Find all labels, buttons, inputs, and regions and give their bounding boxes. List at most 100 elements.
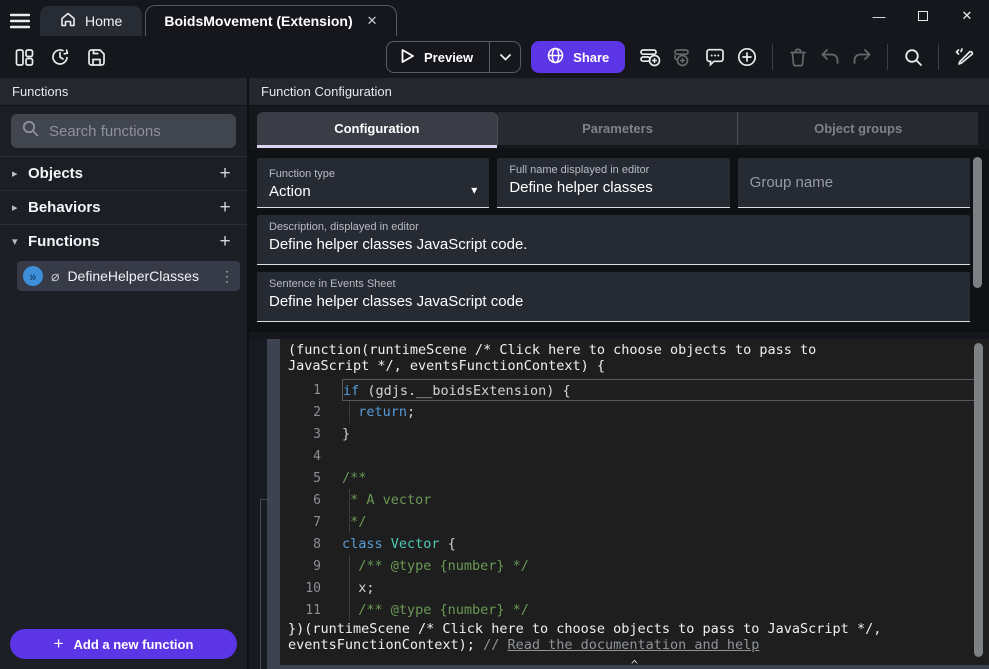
function-item-definehelperclasses[interactable]: » ⌀ DefineHelperClasses ⋮ [17, 261, 240, 291]
line-number: 11 [280, 603, 342, 618]
js-code-event[interactable]: (function(runtimeScene /* Click here to … [280, 339, 989, 669]
window-controls: — ✕ [857, 0, 989, 32]
sidebar-item-functions[interactable]: ▾ Functions + [0, 224, 247, 258]
add-behavior-button[interactable]: + [215, 197, 235, 219]
add-new-function-button[interactable]: + Add a new function [10, 629, 237, 659]
code-line[interactable]: 5/** [280, 467, 989, 489]
tab-parameters[interactable]: Parameters [498, 112, 739, 145]
code-line[interactable]: 4 [280, 445, 989, 467]
code-scrollbar[interactable] [974, 343, 983, 657]
add-object-button[interactable]: + [215, 163, 235, 185]
collapse-caret[interactable]: ^ [280, 659, 989, 669]
code-line-content: } [342, 423, 975, 445]
sentence-value: Define helper classes JavaScript code [269, 293, 958, 310]
indent-guide [349, 599, 350, 621]
function-action-icon: » [23, 266, 43, 286]
code-line[interactable]: 3} [280, 423, 989, 445]
code-line[interactable]: 10 x; [280, 577, 989, 599]
kebab-menu-icon[interactable]: ⋮ [220, 268, 234, 285]
indent-guide [349, 489, 350, 511]
search-icon [22, 120, 39, 142]
documentation-link[interactable]: Read the documentation and help [507, 637, 759, 653]
save-icon[interactable] [82, 43, 110, 71]
undo-icon[interactable] [816, 43, 844, 71]
tab-configuration[interactable]: Configuration [257, 112, 498, 145]
code-token: Vector [391, 536, 440, 552]
form-row-1: Function type Action ▾ Full name display… [257, 158, 970, 208]
tab-active-label: BoidsMovement (Extension) [164, 13, 352, 29]
code-token: /** @type {number} */ [342, 558, 529, 574]
code-line[interactable]: 7 */ [280, 511, 989, 533]
function-type-select[interactable]: Function type Action ▾ [257, 158, 489, 208]
search-icon[interactable] [899, 43, 927, 71]
tab-close-icon[interactable]: ✕ [367, 13, 378, 29]
toolbar-left-group [10, 36, 110, 78]
description-field[interactable]: Description, displayed in editor Define … [257, 215, 970, 265]
event-drag-handle[interactable] [267, 339, 280, 669]
indent-guide [349, 555, 350, 577]
code-footer[interactable]: })(runtimeScene /* Click here to choose … [280, 622, 989, 653]
code-line[interactable]: 1if (gdjs.__boidsExtension) { [280, 379, 989, 401]
code-line-content: return; [342, 401, 975, 423]
sidebar-item-objects[interactable]: ▸ Objects + [0, 156, 247, 190]
code-token: eventsFunctionContext); [288, 637, 483, 653]
code-editor-lines[interactable]: 1if (gdjs.__boidsExtension) {2 return;3}… [280, 379, 989, 621]
line-number: 6 [280, 493, 342, 508]
redo-icon[interactable] [848, 43, 876, 71]
code-line[interactable]: 8class Vector { [280, 533, 989, 555]
group-name-field[interactable]: Group name [738, 158, 970, 208]
sidebar-item-behaviors[interactable]: ▸ Behaviors + [0, 190, 247, 224]
minimize-button[interactable]: — [857, 0, 901, 32]
hamburger-menu-icon[interactable] [0, 6, 40, 36]
tab-boidsmovement[interactable]: BoidsMovement (Extension) ✕ [145, 5, 396, 36]
form-scrollbar[interactable] [973, 157, 982, 288]
search-functions-box[interactable] [11, 114, 236, 148]
sentence-label: Sentence in Events Sheet [269, 278, 958, 290]
code-line[interactable]: 11 /** @type {number} */ [280, 599, 989, 621]
add-event-icon[interactable] [637, 43, 665, 71]
function-item-label: DefineHelperClasses [67, 268, 212, 284]
code-line[interactable]: 6 * A vector [280, 489, 989, 511]
code-header[interactable]: (function(runtimeScene /* Click here to … [280, 343, 989, 374]
code-token: (gdjs.__boidsExtension) { [367, 383, 570, 399]
add-subevent-icon[interactable] [669, 43, 697, 71]
maximize-button[interactable] [901, 0, 945, 32]
tab-home[interactable]: Home [40, 6, 142, 36]
preview-options-button[interactable] [490, 54, 520, 61]
configuration-tabbar: Configuration Parameters Object groups [257, 112, 978, 145]
group-name-placeholder: Group name [750, 174, 833, 191]
preview-label: Preview [424, 50, 473, 65]
code-line[interactable]: 9 /** @type {number} */ [280, 555, 989, 577]
code-line-content: */ [342, 511, 975, 533]
toolbar-right-group [637, 36, 978, 78]
sidebar-title: Functions [0, 78, 247, 106]
code-line[interactable]: 2 return; [280, 401, 989, 423]
code-footer-line: eventsFunctionContext); // Read the docu… [288, 638, 981, 654]
open-project-manager-icon[interactable] [10, 43, 38, 71]
tab-object-groups[interactable]: Object groups [738, 112, 978, 145]
line-number: 1 [280, 383, 342, 398]
tab-home-label: Home [85, 13, 122, 29]
add-comment-icon[interactable] [701, 43, 729, 71]
line-number: 10 [280, 581, 342, 596]
preview-button[interactable]: Preview [387, 48, 489, 67]
full-name-field[interactable]: Full name displayed in editor Define hel… [497, 158, 729, 208]
code-line-content: /** [342, 467, 975, 489]
add-function-button[interactable]: + [215, 231, 235, 253]
code-token: * A vector [342, 492, 431, 508]
close-button[interactable]: ✕ [945, 0, 989, 32]
sentence-field[interactable]: Sentence in Events Sheet Define helper c… [257, 272, 970, 322]
app-window: Home BoidsMovement (Extension) ✕ — ✕ [0, 0, 989, 669]
add-new-function-label: Add a new function [74, 637, 194, 652]
edit-pen-icon[interactable] [950, 43, 978, 71]
share-button[interactable]: Share [531, 41, 625, 73]
share-label: Share [573, 50, 609, 65]
code-header-line: JavaScript */, eventsFunctionContext) { [288, 359, 981, 375]
behaviors-section-label: Behaviors [28, 199, 215, 216]
dropdown-caret-icon: ▾ [471, 183, 477, 200]
line-number: 7 [280, 515, 342, 530]
search-functions-input[interactable] [49, 123, 225, 140]
delete-icon[interactable] [784, 43, 812, 71]
history-icon[interactable] [46, 43, 74, 71]
add-circle-icon[interactable] [733, 43, 761, 71]
